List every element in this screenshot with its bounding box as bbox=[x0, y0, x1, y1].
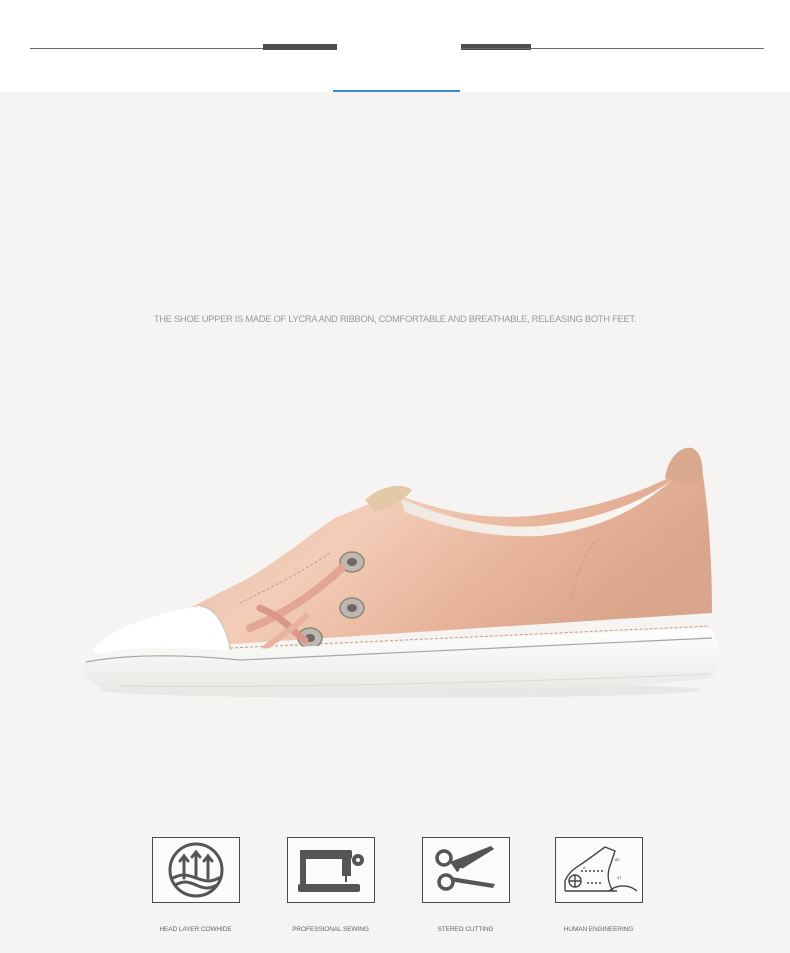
feature-item: HEAD LAYER COWHIDE bbox=[128, 837, 263, 933]
svg-text:82: 82 bbox=[615, 857, 620, 862]
product-caption: THE SHOE UPPER IS MADE OF LYCRA AND RIBB… bbox=[153, 313, 637, 324]
header-block-left bbox=[263, 44, 337, 50]
feature-label: STEREO CUTTING bbox=[437, 926, 494, 933]
header bbox=[0, 0, 790, 92]
feature-icon-box: 82 A 47 bbox=[554, 837, 643, 903]
arrows-up-icon bbox=[168, 842, 223, 898]
feature-item: PROFESSIONAL SEWING bbox=[263, 837, 398, 933]
feature-label: PROFESSIONAL SEWING bbox=[292, 926, 369, 933]
feature-label: HEAD LAYER COWHIDE bbox=[159, 926, 232, 933]
feature-item: STEREO CUTTING bbox=[398, 837, 533, 933]
sewing-machine-icon bbox=[297, 850, 364, 892]
feature-icon-box bbox=[286, 837, 375, 903]
feature-item: 82 A 47 HUMAN ENGINEERING bbox=[531, 837, 666, 933]
feature-icon-box bbox=[421, 837, 510, 903]
product-stage: THE SHOE UPPER IS MADE OF LYCRA AND RIBB… bbox=[0, 92, 790, 953]
feature-list: HEAD LAYER COWHIDE PROFESSIONAL SEWING S… bbox=[0, 837, 790, 947]
svg-text:47: 47 bbox=[617, 875, 622, 880]
header-line-right bbox=[461, 48, 764, 49]
feature-icon-box bbox=[151, 837, 240, 903]
foot-diagram-icon: 82 A 47 bbox=[563, 846, 637, 892]
product-image bbox=[83, 447, 719, 698]
header-block-right bbox=[461, 44, 531, 50]
feature-label: HUMAN ENGINEERING bbox=[563, 926, 634, 933]
scissors-icon bbox=[434, 846, 495, 891]
svg-text:A: A bbox=[583, 865, 586, 870]
